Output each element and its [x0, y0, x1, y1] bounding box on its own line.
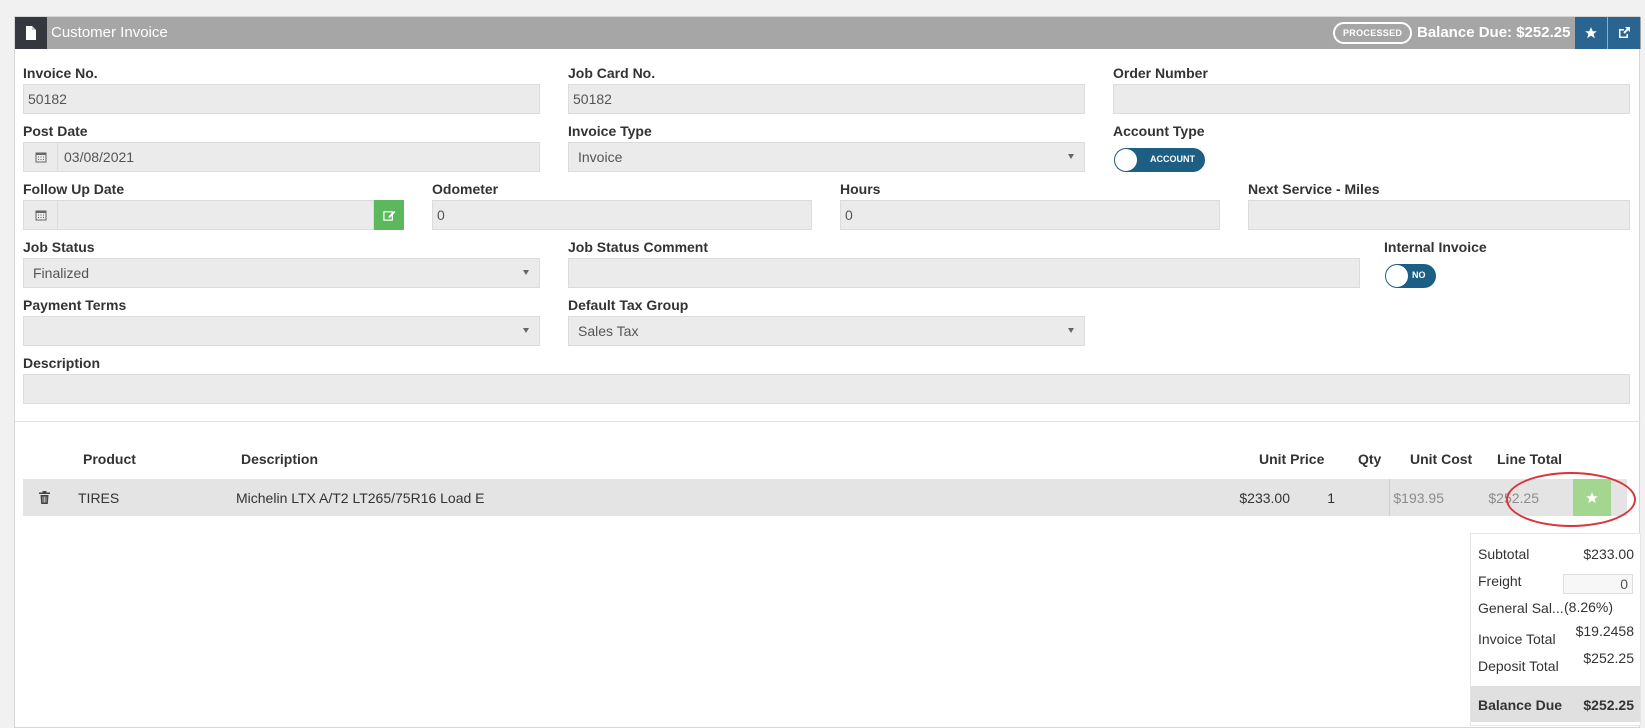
internal-invoice-label: Internal Invoice — [1384, 239, 1487, 255]
column-header-line-total: Line Total — [1497, 451, 1563, 467]
odometer-field[interactable]: 0 — [432, 200, 812, 230]
job-status-comment-field[interactable] — [568, 258, 1360, 288]
post-date-field[interactable]: 03/08/2021 — [23, 142, 540, 172]
subtotal-label: Subtotal — [1478, 546, 1530, 562]
description-label: Description — [23, 355, 101, 371]
job-status-comment-label: Job Status Comment — [568, 239, 709, 255]
default-tax-group-value: Sales Tax — [578, 323, 639, 339]
chevron-down-icon — [1068, 328, 1074, 333]
odometer-label: Odometer — [432, 181, 499, 197]
job-card-no-label: Job Card No. — [568, 65, 656, 81]
totals-panel: Subtotal $233.00 Freight 0 General Sal..… — [1470, 533, 1641, 726]
line-unit-cost: $193.95 — [1393, 490, 1444, 506]
cost-column-divider — [1389, 479, 1390, 516]
deposit-total-label: Deposit Total — [1478, 658, 1559, 674]
next-service-miles-field[interactable] — [1248, 200, 1630, 230]
external-link-icon — [1619, 27, 1630, 38]
invoice-panel: Customer Invoice PROCESSED Balance Due: … — [14, 16, 1641, 728]
balance-due-label: Balance Due — [1478, 697, 1563, 713]
page-title: Customer Invoice — [51, 24, 168, 41]
open-external-button[interactable] — [1608, 17, 1640, 49]
chevron-down-icon — [1068, 154, 1074, 159]
toggle-knob — [1386, 265, 1408, 287]
freight-input[interactable]: 0 — [1563, 574, 1633, 594]
tax-value: $19.2458 — [1575, 623, 1634, 639]
invoice-type-label: Invoice Type — [568, 123, 652, 139]
invoice-no-label: Invoice No. — [23, 65, 98, 81]
internal-invoice-value: NO — [1412, 270, 1426, 280]
tax-label: General Sal... — [1478, 600, 1564, 616]
invoice-total-label: Invoice Total — [1478, 631, 1556, 647]
payment-terms-label: Payment Terms — [23, 297, 127, 313]
hours-label: Hours — [840, 181, 881, 197]
chevron-down-icon — [523, 270, 529, 275]
chevron-down-icon — [523, 328, 529, 333]
invoice-type-select[interactable]: Invoice — [568, 142, 1085, 172]
line-qty: 1 — [1327, 490, 1335, 506]
follow-up-date-field[interactable] — [23, 200, 374, 230]
section-divider — [15, 421, 1641, 422]
title-bar: Customer Invoice PROCESSED Balance Due: … — [15, 17, 1641, 49]
calendar-icon[interactable] — [24, 143, 58, 171]
balance-due-value: $252.25 — [1583, 697, 1634, 713]
invoice-no-field[interactable]: 50182 — [23, 84, 540, 114]
balance-due-row: Balance Due $252.25 — [1471, 686, 1640, 722]
tax-rate: (8.26%) — [1564, 599, 1614, 615]
order-number-label: Order Number — [1113, 65, 1208, 81]
freight-label: Freight — [1478, 573, 1522, 589]
document-icon — [15, 17, 47, 49]
payment-terms-select[interactable] — [23, 316, 540, 346]
subtotal-value: $233.00 — [1583, 546, 1634, 562]
toggle-knob — [1115, 149, 1137, 171]
edit-icon — [382, 210, 395, 221]
edit-follow-up-button[interactable] — [374, 200, 404, 230]
line-product: TIRES — [78, 490, 120, 506]
favorite-button[interactable] — [1575, 17, 1607, 49]
job-status-select[interactable]: Finalized — [23, 258, 540, 288]
default-tax-group-select[interactable]: Sales Tax — [568, 316, 1085, 346]
description-field[interactable] — [23, 374, 1630, 404]
job-status-value: Finalized — [33, 265, 90, 281]
follow-up-date-label: Follow Up Date — [23, 181, 125, 197]
star-icon — [1585, 27, 1597, 39]
table-row[interactable]: TIRES Michelin LTX A/T2 LT265/75R16 Load… — [23, 479, 1627, 516]
column-header-unit-price: Unit Price — [1259, 451, 1325, 467]
line-description: Michelin LTX A/T2 LT265/75R16 Load E — [236, 490, 485, 506]
header-balance-due: Balance Due: $252.25 — [1417, 24, 1571, 41]
post-date-value: 03/08/2021 — [64, 149, 135, 165]
column-header-product: Product — [83, 451, 136, 467]
post-date-label: Post Date — [23, 123, 88, 139]
annotation-circle — [1506, 472, 1636, 527]
delete-line-button[interactable] — [39, 491, 50, 507]
job-status-label: Job Status — [23, 239, 95, 255]
calendar-icon[interactable] — [24, 201, 58, 229]
column-header-unit-cost: Unit Cost — [1410, 451, 1473, 467]
status-badge: PROCESSED — [1333, 22, 1413, 44]
job-card-no-field[interactable]: 50182 — [568, 84, 1085, 114]
column-header-qty: Qty — [1358, 451, 1382, 467]
next-service-miles-label: Next Service - Miles — [1248, 181, 1380, 197]
hours-field[interactable]: 0 — [840, 200, 1220, 230]
invoice-type-value: Invoice — [578, 149, 623, 165]
account-type-value: ACCOUNT — [1150, 154, 1195, 164]
trash-icon — [39, 491, 50, 504]
line-unit-price: $233.00 — [1239, 490, 1290, 506]
account-type-label: Account Type — [1113, 123, 1205, 139]
invoice-total-value: $252.25 — [1583, 650, 1634, 666]
internal-invoice-toggle[interactable]: NO — [1385, 264, 1436, 288]
account-type-toggle[interactable]: ACCOUNT — [1114, 148, 1205, 172]
column-header-description: Description — [241, 451, 319, 467]
order-number-field[interactable] — [1113, 84, 1630, 114]
default-tax-group-label: Default Tax Group — [568, 297, 689, 313]
